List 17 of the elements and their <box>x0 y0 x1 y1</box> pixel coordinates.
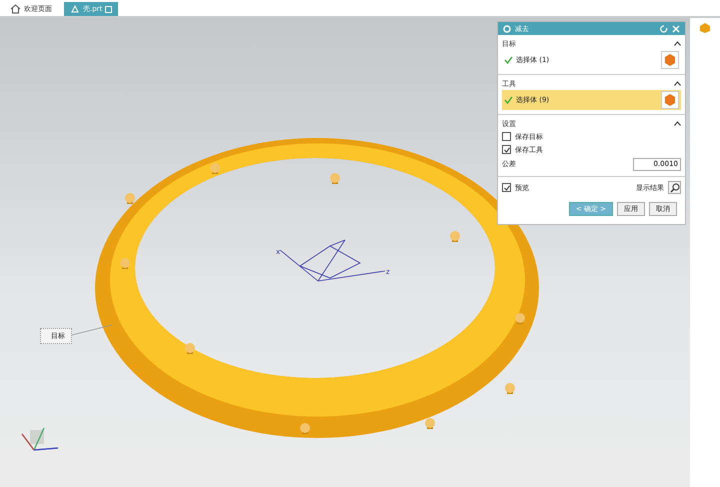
checkbox[interactable] <box>502 145 511 154</box>
gear-icon <box>503 24 511 32</box>
reset-icon[interactable] <box>660 24 668 32</box>
search-button[interactable] <box>668 181 681 194</box>
body-select-icon[interactable] <box>661 51 679 69</box>
checkbox[interactable] <box>502 183 511 192</box>
part-icon <box>70 4 80 14</box>
body-select-icon[interactable] <box>661 91 679 109</box>
home-icon <box>10 4 21 14</box>
checkbox[interactable] <box>502 132 511 141</box>
collapse-icon[interactable] <box>674 121 681 126</box>
check-icon <box>504 96 513 104</box>
cube-icon <box>699 22 711 34</box>
check-icon <box>504 56 513 64</box>
collapse-icon[interactable] <box>674 41 681 46</box>
view-triad-icon <box>21 427 59 451</box>
collapse-icon[interactable] <box>674 81 681 86</box>
